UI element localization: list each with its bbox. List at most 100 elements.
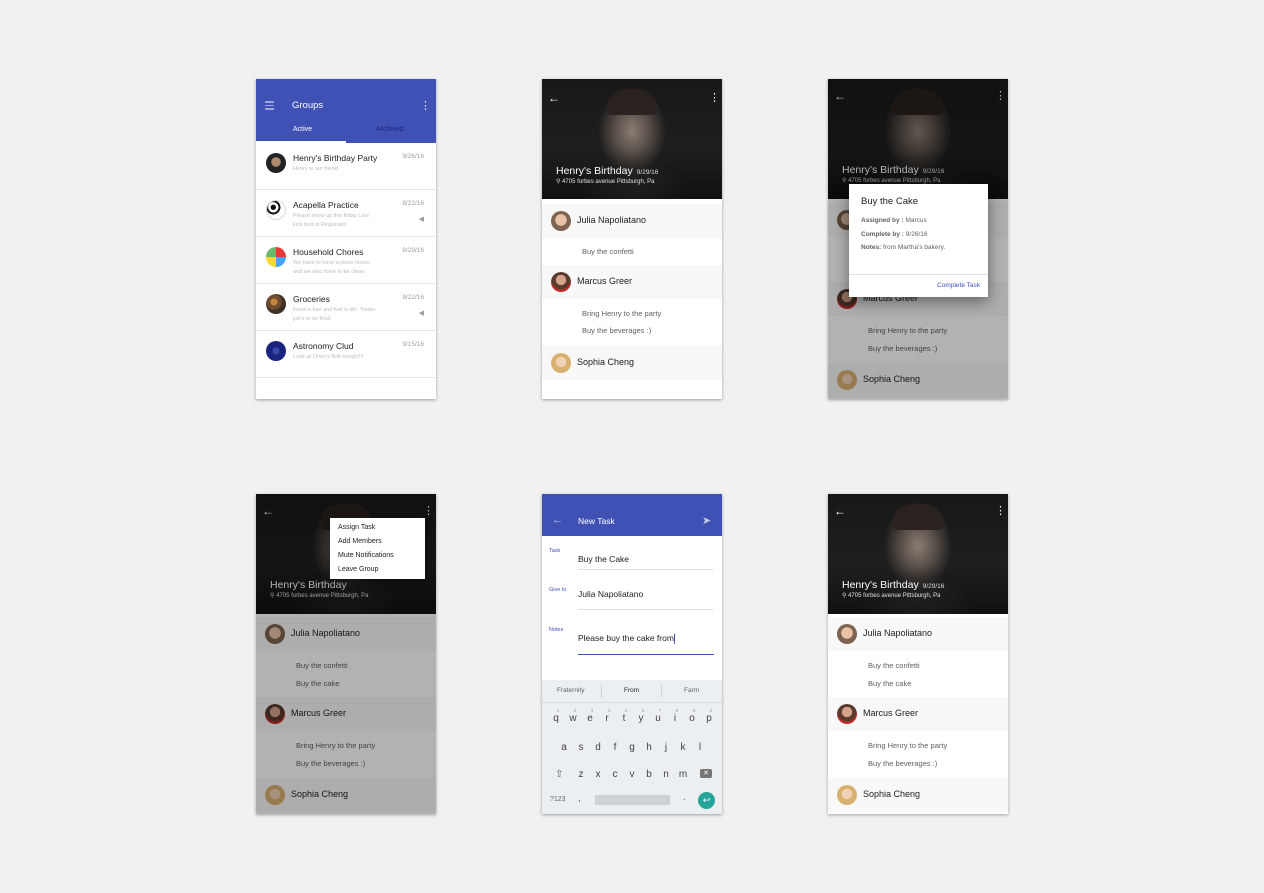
- menu-icon[interactable]: [265, 101, 274, 110]
- task-field[interactable]: Buy the Cake: [578, 554, 629, 564]
- group-name: Henry's Birthday Party: [293, 153, 378, 163]
- symbols-key[interactable]: ?123: [550, 796, 566, 803]
- back-arrow-icon[interactable]: ←: [834, 90, 846, 102]
- avatar: [837, 785, 857, 805]
- task-item[interactable]: Buy the beverages :): [296, 759, 365, 768]
- task-item[interactable]: Bring Henry to the party: [582, 309, 661, 318]
- back-arrow-icon[interactable]: ←: [262, 505, 274, 517]
- give-to-field[interactable]: Julia Napoliatano: [578, 589, 643, 599]
- group-desc: We have to have a clean house and we als…: [293, 260, 370, 275]
- key-hint: 0: [709, 708, 713, 713]
- tab-active[interactable]: Active: [293, 126, 312, 133]
- key-e[interactable]: e: [583, 713, 597, 724]
- key-g[interactable]: g: [625, 742, 639, 753]
- comma-key[interactable]: ,: [578, 793, 581, 804]
- member-row[interactable]: Sophia Cheng: [828, 778, 1008, 812]
- more-vert-icon[interactable]: ⋮: [709, 92, 720, 104]
- task-item[interactable]: Buy the cake: [296, 679, 339, 688]
- key-a[interactable]: a: [557, 742, 571, 753]
- task-item[interactable]: Buy the confetti: [582, 247, 634, 256]
- group-date: 9/26/16: [402, 153, 424, 160]
- shift-key[interactable]: ⇧: [555, 769, 563, 780]
- menu-item-add-members[interactable]: Add Members: [338, 538, 382, 545]
- task-item[interactable]: Bring Henry to the party: [868, 326, 947, 335]
- member-name: Marcus Greer: [291, 708, 347, 718]
- group-avatar: [266, 200, 286, 220]
- task-item[interactable]: Buy the beverages :): [582, 326, 651, 335]
- group-detail-final-screen: ← ⋮ Henry's Birthday 9/29/16 ⚲ 4705 forbe…: [828, 494, 1008, 814]
- menu-item-leave-group[interactable]: Leave Group: [338, 566, 378, 573]
- assigned-row: Assigned by : Marcus: [861, 217, 927, 224]
- key-v[interactable]: v: [625, 769, 639, 780]
- notes-field[interactable]: Please buy the cake from: [578, 633, 675, 644]
- group-row[interactable]: Henry's Birthday Party Henry is our frie…: [256, 143, 436, 190]
- menu-item-assign-task[interactable]: Assign Task: [338, 524, 375, 531]
- tab-archived[interactable]: Archived: [376, 126, 403, 133]
- key-x[interactable]: x: [591, 769, 605, 780]
- task-item[interactable]: Buy the beverages :): [868, 344, 937, 353]
- key-k[interactable]: k: [676, 742, 690, 753]
- key-q[interactable]: q: [549, 713, 563, 724]
- period-key[interactable]: .: [683, 792, 686, 803]
- member-row[interactable]: Julia Napoliatano: [542, 204, 722, 238]
- spacebar[interactable]: [595, 795, 670, 805]
- key-u[interactable]: u: [651, 713, 665, 724]
- menu-item-mute-notifications[interactable]: Mute Notifications: [338, 552, 394, 559]
- more-vert-icon[interactable]: ⋮: [995, 505, 1006, 517]
- task-item[interactable]: Buy the confetti: [868, 661, 920, 670]
- more-vert-icon[interactable]: ⋮: [423, 505, 434, 517]
- complete-task-button[interactable]: Complete Task: [937, 282, 980, 289]
- back-arrow-icon[interactable]: ←: [834, 505, 846, 517]
- key-d[interactable]: d: [591, 742, 605, 753]
- key-y[interactable]: y: [634, 713, 648, 724]
- group-row[interactable]: Acapella Practice Please show up this fr…: [256, 190, 436, 237]
- more-vert-icon[interactable]: ⋮: [420, 100, 431, 112]
- key-s[interactable]: s: [574, 742, 588, 753]
- member-row[interactable]: Sophia Cheng: [542, 346, 722, 380]
- member-row[interactable]: Marcus Greer: [542, 265, 722, 299]
- member-row[interactable]: Julia Napoliatano: [256, 617, 436, 651]
- key-t[interactable]: t: [617, 713, 631, 724]
- group-row[interactable]: Household Chores We have to have a clean…: [256, 237, 436, 284]
- back-arrow-icon[interactable]: ←: [552, 514, 563, 526]
- key-n[interactable]: n: [659, 769, 673, 780]
- member-row[interactable]: Marcus Greer: [828, 697, 1008, 731]
- key-j[interactable]: j: [659, 742, 673, 753]
- suggestion-item[interactable]: Fraternity: [557, 687, 584, 694]
- backspace-key[interactable]: ✕: [700, 769, 712, 778]
- avatar: [837, 370, 857, 390]
- task-item[interactable]: Bring Henry to the party: [868, 741, 947, 750]
- group-row[interactable]: Astronomy Clud Look at Orion's Belt toni…: [256, 331, 436, 378]
- avatar: [551, 353, 571, 373]
- key-c[interactable]: c: [608, 769, 622, 780]
- suggestion-item[interactable]: Farm: [684, 687, 699, 694]
- task-item[interactable]: Buy the cake: [868, 679, 911, 688]
- key-l[interactable]: l: [693, 742, 707, 753]
- avatar: [837, 624, 857, 644]
- key-o[interactable]: o: [685, 713, 699, 724]
- group-row[interactable]: Groceries Food is fuel and fuel is life.…: [256, 284, 436, 331]
- member-row[interactable]: Marcus Greer: [256, 697, 436, 731]
- key-h[interactable]: h: [642, 742, 656, 753]
- suggestion-item[interactable]: From: [624, 687, 639, 694]
- key-m[interactable]: m: [676, 769, 690, 780]
- key-z[interactable]: z: [574, 769, 588, 780]
- key-r[interactable]: r: [600, 713, 614, 724]
- send-icon[interactable]: ➤: [702, 514, 711, 527]
- task-item[interactable]: Buy the beverages :): [868, 759, 937, 768]
- member-row[interactable]: Sophia Cheng: [828, 363, 1008, 397]
- task-item[interactable]: Buy the confetti: [296, 661, 348, 670]
- key-b[interactable]: b: [642, 769, 656, 780]
- member-row[interactable]: Julia Napoliatano: [828, 617, 1008, 651]
- member-row[interactable]: Sophia Cheng: [256, 778, 436, 812]
- enter-key[interactable]: ↩: [698, 792, 715, 809]
- key-p[interactable]: p: [702, 713, 716, 724]
- member-name: Marcus Greer: [863, 708, 919, 718]
- key-f[interactable]: f: [608, 742, 622, 753]
- back-arrow-icon[interactable]: ←: [548, 92, 560, 104]
- key-w[interactable]: w: [566, 713, 580, 724]
- group-name: Astronomy Clud: [293, 341, 354, 351]
- task-item[interactable]: Bring Henry to the party: [296, 741, 375, 750]
- more-vert-icon[interactable]: ⋮: [995, 90, 1006, 102]
- key-i[interactable]: i: [668, 713, 682, 724]
